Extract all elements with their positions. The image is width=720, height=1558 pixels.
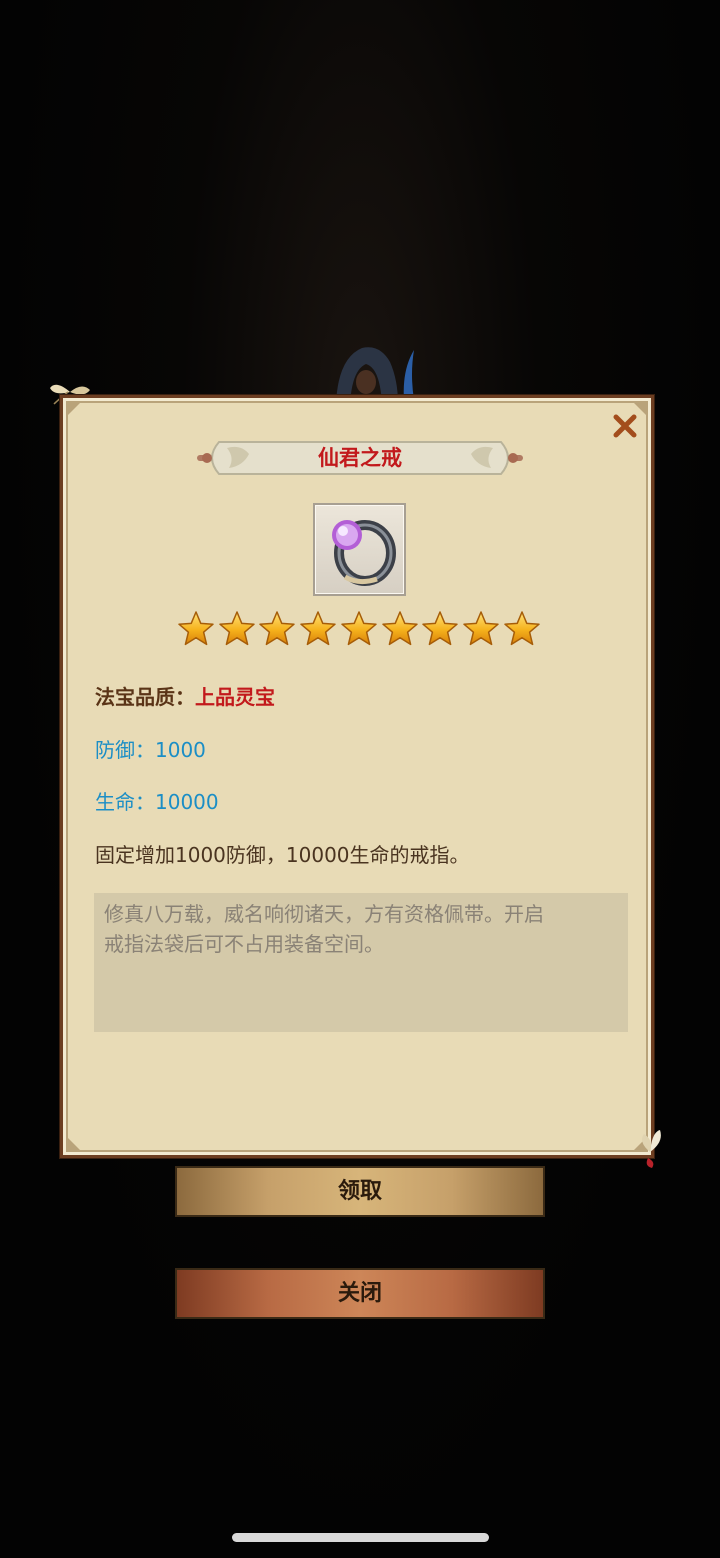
- corner-ornament-icon: [67, 1137, 81, 1151]
- ring-icon: [332, 520, 396, 586]
- star-icon: [178, 611, 214, 646]
- close-button[interactable]: 关闭: [175, 1268, 545, 1319]
- quality-label: 法宝品质：: [95, 685, 195, 709]
- item-slot: [313, 503, 406, 596]
- life-stat: 生命：10000: [95, 790, 219, 814]
- star-rating: [177, 610, 543, 650]
- home-indicator[interactable]: [232, 1533, 489, 1542]
- quality-row: 法宝品质：上品灵宝: [95, 681, 275, 710]
- star-icon: [300, 611, 336, 646]
- claim-button[interactable]: 领取: [175, 1166, 545, 1217]
- item-title: 仙君之戒: [318, 446, 402, 470]
- corner-ornament-icon: [67, 402, 81, 416]
- star-icon: [218, 611, 255, 646]
- star-icon: [341, 611, 377, 646]
- item-info-dialog: 仙君之戒 法宝品质：上品灵宝 防御：1000 生命：10000 固定增加1000…: [60, 395, 654, 1158]
- close-icon[interactable]: [611, 412, 639, 440]
- quality-value: 上品灵宝: [195, 685, 275, 709]
- butterfly-ornament-icon: [642, 1130, 661, 1168]
- effect-description: 固定增加1000防御，10000生命的戒指。: [95, 843, 470, 867]
- star-icon: [503, 611, 540, 646]
- star-icon: [422, 611, 458, 646]
- lore-text-box: 修真八万载，威名响彻诸天，方有资格佩带。开启 戒指法袋后可不占用装备空间。: [94, 893, 628, 1032]
- star-icon: [259, 611, 296, 646]
- star-icon: [463, 611, 499, 646]
- lore-line: 修真八万载，威名响彻诸天，方有资格佩带。开启: [104, 902, 544, 926]
- lore-line: 戒指法袋后可不占用装备空间。: [104, 932, 384, 956]
- game-screen: 仙君之戒 法宝品质：上品灵宝 防御：1000 生命：10000 固定增加1000…: [0, 0, 720, 1558]
- title-banner: 仙君之戒: [197, 436, 523, 480]
- defense-stat: 防御：1000: [95, 738, 206, 762]
- star-icon: [381, 611, 418, 646]
